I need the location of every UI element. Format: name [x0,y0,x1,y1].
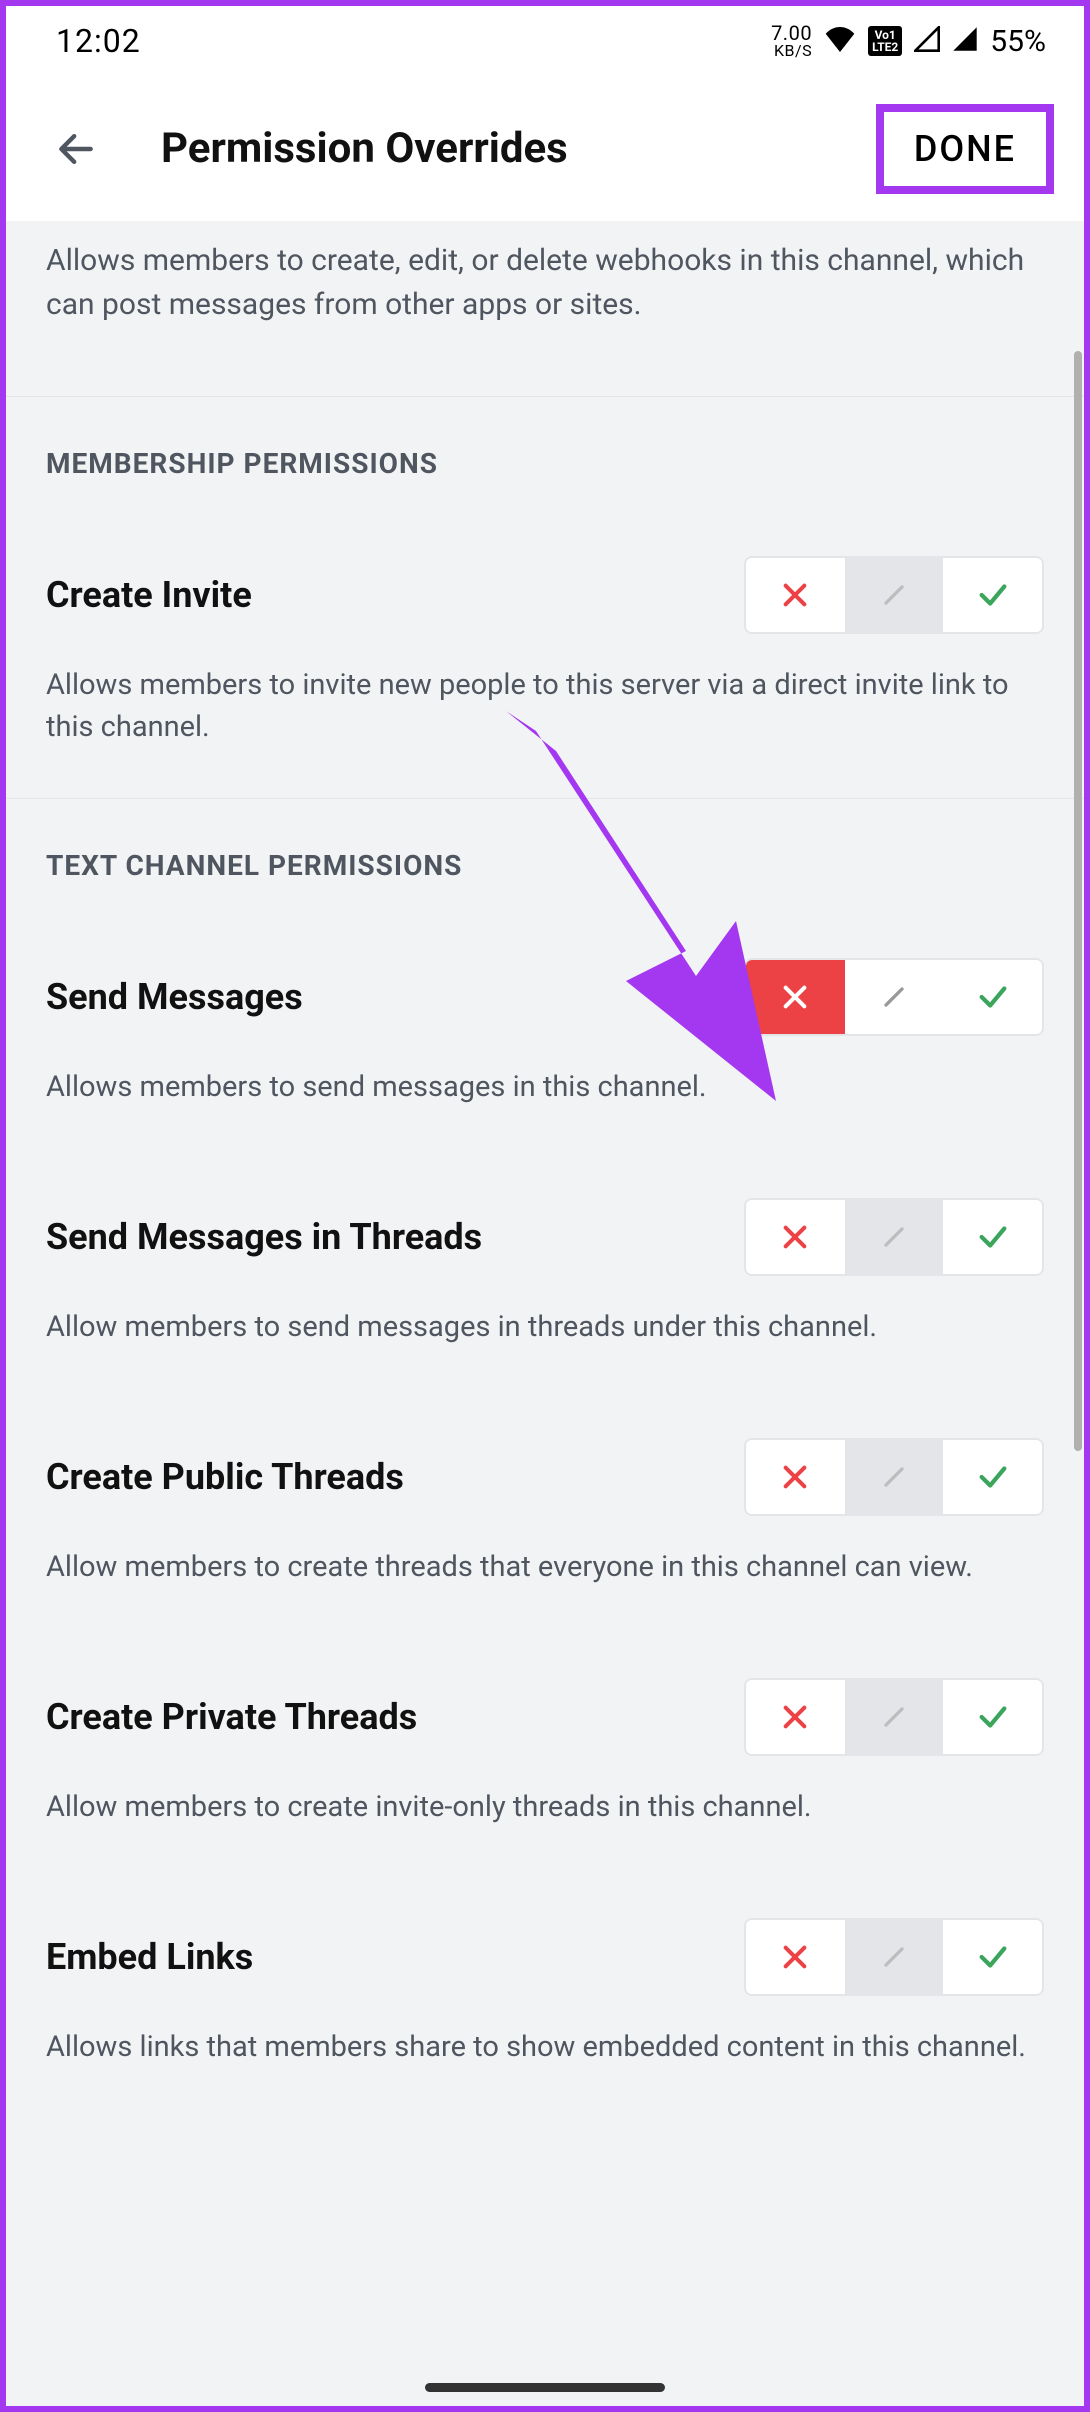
perm-send-messages: Send Messages Allows members to send m [6,918,1084,1158]
perm-desc: Allows members to invite new people to t… [46,664,1044,748]
content-area[interactable]: Allows members to create, edit, or delet… [6,221,1084,2406]
status-right: 7.00 KB/S Vo1 LTE2 55% [771,22,1046,60]
toggle-create-private-threads[interactable] [744,1678,1044,1756]
signal-icon-1 [914,22,940,60]
toggle-send-messages[interactable] [744,958,1044,1036]
toggle-allow[interactable] [943,960,1042,1034]
network-speed: 7.00 KB/S [771,23,812,59]
toggle-send-messages-threads[interactable] [744,1198,1044,1276]
toggle-allow[interactable] [943,558,1042,632]
toggle-embed-links[interactable] [744,1918,1044,1996]
signal-icon-2 [952,22,978,60]
slash-icon [878,579,910,611]
toggle-deny[interactable] [746,1920,845,1994]
check-icon [976,1460,1010,1494]
toggle-allow[interactable] [943,1440,1042,1514]
toggle-neutral[interactable] [845,1200,944,1274]
app-header: Permission Overrides DONE [6,76,1084,221]
perm-desc: Allow members to create threads that eve… [46,1546,1044,1588]
x-icon [779,1221,811,1253]
perm-desc: Allow members to send messages in thread… [46,1306,1044,1348]
slash-icon [878,1461,910,1493]
back-button[interactable] [46,119,106,179]
check-icon [976,980,1010,1014]
perm-create-private-threads: Create Private Threads Allow members t [6,1638,1084,1878]
page-title: Permission Overrides [161,124,876,173]
perm-embed-links: Embed Links Allows links that members [6,1878,1084,2118]
section-membership: MEMBERSHIP PERMISSIONS [6,396,1084,516]
x-icon [779,1701,811,1733]
check-icon [976,578,1010,612]
toggle-deny[interactable] [746,960,845,1034]
toggle-neutral[interactable] [845,960,944,1034]
x-icon [779,1941,811,1973]
toggle-neutral[interactable] [845,558,944,632]
x-icon [779,981,811,1013]
section-text-channel: TEXT CHANNEL PERMISSIONS [6,798,1084,918]
perm-desc: Allows links that members share to show … [46,2026,1044,2068]
toggle-deny[interactable] [746,1680,845,1754]
toggle-deny[interactable] [746,558,845,632]
perm-desc: Allows members to send messages in this … [46,1066,1044,1108]
toggle-neutral[interactable] [845,1920,944,1994]
done-button[interactable]: DONE [876,104,1054,194]
done-label: DONE [914,128,1016,170]
status-time: 12:02 [56,22,141,60]
x-icon [779,579,811,611]
screen-frame: 12:02 7.00 KB/S Vo1 LTE2 55% [0,0,1090,2412]
perm-title: Send Messages in Threads [46,1216,724,1258]
wifi-icon [824,22,856,60]
perm-create-public-threads: Create Public Threads Allow members to [6,1398,1084,1638]
perm-title: Send Messages [46,976,724,1018]
check-icon [976,1940,1010,1974]
perm-title: Create Public Threads [46,1456,724,1498]
slash-icon [878,1941,910,1973]
toggle-allow[interactable] [943,1920,1042,1994]
perm-title: Create Private Threads [46,1696,724,1738]
toggle-neutral[interactable] [845,1680,944,1754]
perm-title: Create Invite [46,574,724,616]
slash-icon [878,981,910,1013]
perm-send-messages-threads: Send Messages in Threads Allow members [6,1158,1084,1398]
gesture-bar[interactable] [425,2383,665,2392]
toggle-create-public-threads[interactable] [744,1438,1044,1516]
check-icon [976,1220,1010,1254]
perm-desc: Allow members to create invite-only thre… [46,1786,1044,1828]
x-icon [779,1461,811,1493]
perm-create-invite: Create Invite Allows members to invite [6,516,1084,798]
slash-icon [878,1701,910,1733]
slash-icon [878,1221,910,1253]
battery-percent: 55% [990,24,1046,59]
status-bar: 12:02 7.00 KB/S Vo1 LTE2 55% [6,6,1084,76]
perm-title: Embed Links [46,1936,724,1978]
webhook-desc: Allows members to create, edit, or delet… [6,221,1084,396]
arrow-left-icon [54,127,98,171]
toggle-deny[interactable] [746,1440,845,1514]
toggle-deny[interactable] [746,1200,845,1274]
toggle-allow[interactable] [943,1680,1042,1754]
toggle-neutral[interactable] [845,1440,944,1514]
check-icon [976,1700,1010,1734]
toggle-allow[interactable] [943,1200,1042,1274]
toggle-create-invite[interactable] [744,556,1044,634]
lte-badge: Vo1 LTE2 [868,26,902,56]
scroll-indicator[interactable] [1074,351,1082,1451]
